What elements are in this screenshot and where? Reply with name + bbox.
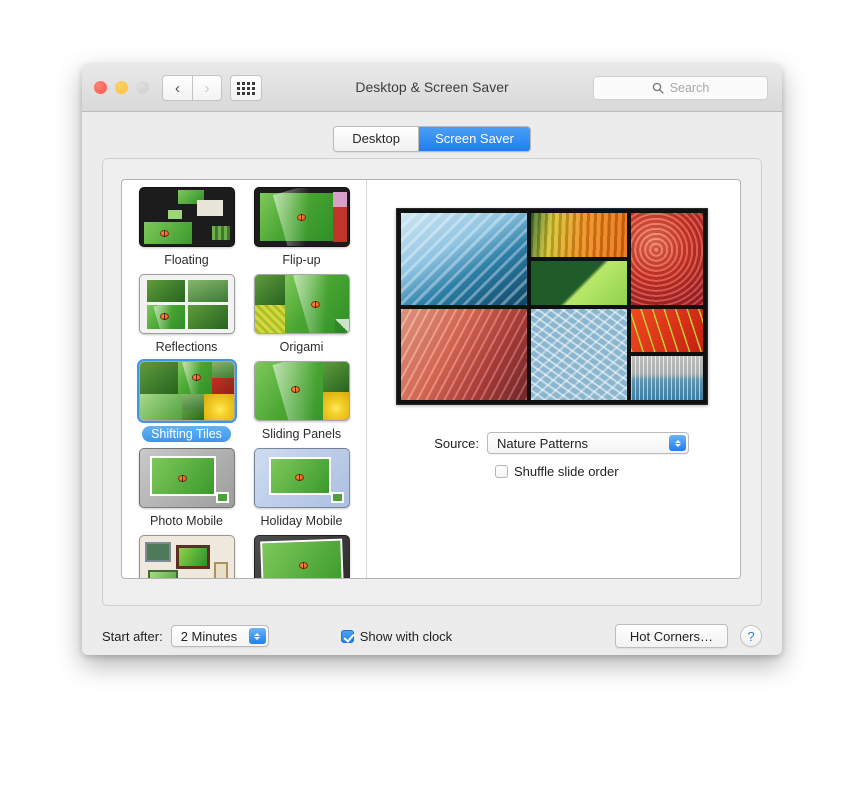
search-placeholder: Search (669, 81, 710, 95)
saver-label: Holiday Mobile (260, 514, 343, 528)
saver-item-holiday-mobile[interactable]: Holiday Mobile (247, 448, 356, 529)
show-with-clock-row[interactable]: Show with clock (340, 628, 453, 644)
saver-item-origami[interactable]: Origami (247, 274, 356, 355)
saver-thumbnail (253, 535, 350, 578)
screen-saver-preview (396, 208, 708, 405)
saver-item-sliding-panels[interactable]: Sliding Panels (247, 361, 356, 442)
saver-label: Origami (279, 340, 324, 354)
settings-panel: Floating Flip-up Reflections Origami Shi… (102, 158, 762, 606)
saver-thumbnail (138, 187, 235, 247)
tab-bar: Desktop Screen Saver (82, 126, 782, 152)
show-with-clock-label: Show with clock (359, 628, 453, 644)
saver-item-floating[interactable]: Floating (132, 187, 241, 268)
preview-tile-green-leaf (531, 260, 627, 305)
saver-item-photo-mobile[interactable]: Photo Mobile (132, 448, 241, 529)
shuffle-slide-order-row[interactable]: Shuffle slide order (495, 464, 619, 479)
start-after-label: Start after: (102, 628, 163, 644)
source-popup-button[interactable]: Nature Patterns (487, 432, 689, 454)
saver-label: Sliding Panels (261, 427, 342, 441)
content-box: Floating Flip-up Reflections Origami Shi… (121, 179, 741, 579)
help-button[interactable]: ? (740, 625, 762, 647)
search-field[interactable]: Search (593, 76, 768, 100)
window-titlebar: ‹ › Desktop & Screen Saver Search (82, 64, 782, 112)
hot-corners-button[interactable]: Hot Corners… (614, 624, 728, 648)
source-label: Source: (434, 435, 479, 451)
saver-thumbnail (253, 361, 350, 421)
preview-tile-autumn-forest (631, 213, 703, 305)
screen-saver-list[interactable]: Floating Flip-up Reflections Origami Shi… (122, 180, 367, 578)
preview-tile-iceberg (401, 213, 527, 305)
saver-thumbnail (253, 448, 350, 508)
saver-item-reflections[interactable]: Reflections (132, 274, 241, 355)
show-with-clock-checkbox[interactable] (340, 629, 354, 643)
window-body: Desktop Screen Saver Floating Flip-up Re… (82, 112, 782, 655)
desktop-screensaver-window: ‹ › Desktop & Screen Saver Search Deskto… (82, 64, 782, 655)
start-after-value: 2 Minutes (180, 628, 238, 644)
saver-label: Flip-up (282, 253, 321, 267)
saver-item-shifting-tiles[interactable]: Shifting Tiles (132, 361, 241, 442)
preview-tile-column (531, 213, 627, 305)
saver-thumbnail (138, 361, 235, 421)
preview-tile-red-leaf (631, 308, 703, 353)
start-after-popup-button[interactable]: 2 Minutes (170, 625, 269, 647)
saver-label: Floating (164, 253, 209, 267)
tab-screen-saver[interactable]: Screen Saver (418, 127, 530, 151)
preview-tile-sandstone (401, 308, 527, 400)
saver-item-photo-wall[interactable] (132, 535, 241, 578)
saver-thumbnail (138, 448, 235, 508)
chevron-updown-icon (248, 628, 266, 644)
saver-thumbnail (138, 274, 235, 334)
source-row: Source: Nature Patterns (367, 432, 740, 454)
tab-desktop[interactable]: Desktop (334, 127, 419, 151)
chevron-updown-icon (669, 435, 686, 451)
saver-item-classic[interactable] (247, 535, 356, 578)
shuffle-label: Shuffle slide order (514, 464, 619, 479)
preview-tile-frost (531, 308, 627, 400)
shuffle-checkbox[interactable] (495, 465, 508, 478)
saver-thumbnail (138, 535, 235, 578)
bottom-bar: Start after: 2 Minutes Show with clock H… (102, 620, 762, 652)
saver-thumbnail (253, 274, 350, 334)
saver-label: Reflections (155, 340, 218, 354)
search-icon (652, 82, 664, 94)
saver-item-flip-up[interactable]: Flip-up (247, 187, 356, 268)
preview-pane: Source: Nature Patterns Shuffle slide or… (367, 180, 740, 578)
saver-label: Shifting Tiles (142, 426, 231, 442)
saver-thumbnail (253, 187, 350, 247)
saver-label: Photo Mobile (150, 514, 223, 528)
preview-tile-orange-grass (531, 213, 627, 257)
preview-tile-column (631, 308, 703, 400)
preview-tile-reeds (631, 356, 703, 400)
source-value: Nature Patterns (497, 435, 589, 451)
